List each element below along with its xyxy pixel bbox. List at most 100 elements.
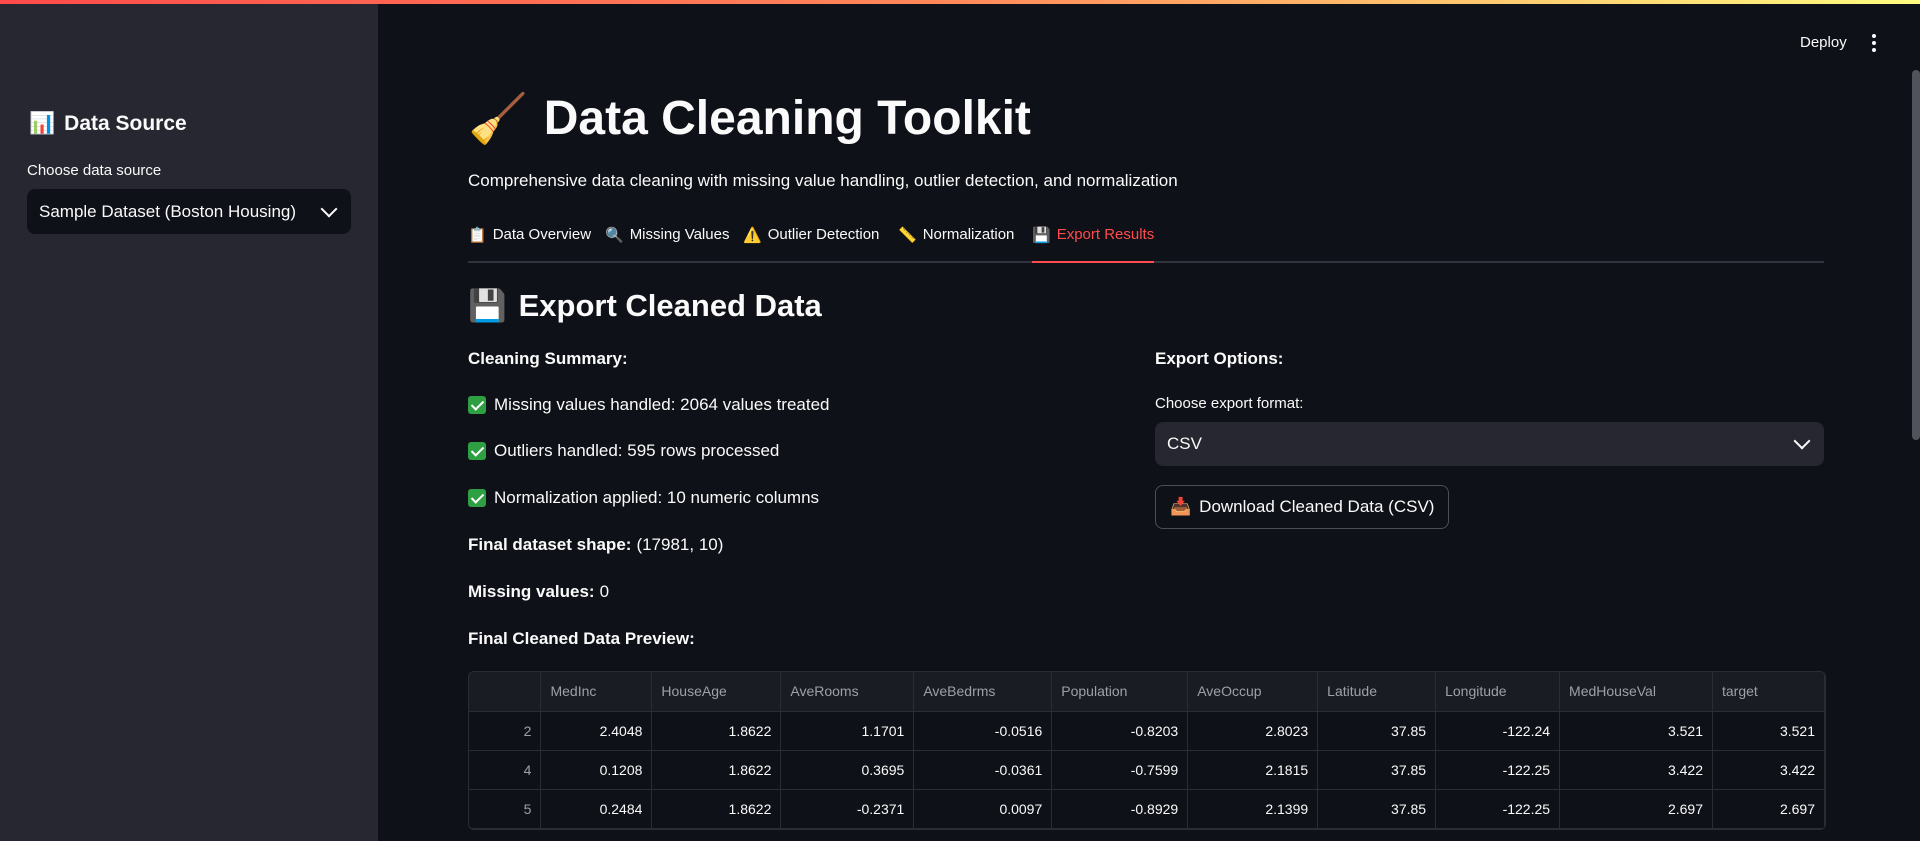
main-menu-icon[interactable] xyxy=(1872,34,1876,52)
tab-data-overview[interactable]: 📋 Data Overview xyxy=(468,226,591,261)
deploy-button[interactable]: Deploy xyxy=(1800,34,1847,51)
column-header[interactable]: Longitude xyxy=(1435,672,1561,712)
missing-values-label: Missing values: xyxy=(468,582,595,601)
table-cell[interactable]: -0.7599 xyxy=(1051,750,1189,790)
final-shape-value: (17981, 10) xyxy=(636,535,724,554)
table-cell[interactable]: 1.1701 xyxy=(780,711,915,751)
table-cell[interactable]: -0.2371 xyxy=(780,789,915,829)
final-shape-label: Final dataset shape: xyxy=(468,535,632,554)
table-cell[interactable]: 2.8023 xyxy=(1187,711,1319,751)
table-header-row: MedInc HouseAge AveRooms AveBedrms Popul… xyxy=(469,672,1825,712)
missing-values-value: 0 xyxy=(599,582,610,601)
table-cell[interactable]: 3.422 xyxy=(1712,750,1825,790)
table-cell[interactable]: 1.8622 xyxy=(651,789,782,829)
table-cell[interactable]: 2.1399 xyxy=(1187,789,1319,829)
export-options-heading: Export Options: xyxy=(1155,349,1284,368)
table-row: 5 0.2484 1.8622 -0.2371 0.0097 -0.8929 2… xyxy=(469,789,1825,829)
tab-outlier-detection[interactable]: ⚠️ Outlier Detection xyxy=(743,226,879,261)
table-cell[interactable]: 2.697 xyxy=(1712,789,1825,829)
table-cell[interactable]: 3.521 xyxy=(1559,711,1713,751)
column-header[interactable]: target xyxy=(1712,672,1825,712)
final-shape: Final dataset shape: (17981, 10) xyxy=(468,535,723,555)
table-cell[interactable]: 2.1815 xyxy=(1187,750,1319,790)
column-header[interactable]: Latitude xyxy=(1317,672,1437,712)
table-cell[interactable]: -0.8203 xyxy=(1051,711,1189,751)
data-source-value: Sample Dataset (Boston Housing) xyxy=(39,201,297,221)
tab-missing-values[interactable]: 🔍 Missing Values xyxy=(605,226,729,261)
ruler-icon: 📏 xyxy=(898,227,917,244)
table-cell[interactable]: -122.25 xyxy=(1435,789,1561,829)
table-cell[interactable]: 2.697 xyxy=(1559,789,1713,829)
download-button-label: Download Cleaned Data (CSV) xyxy=(1199,497,1435,516)
data-source-label: Choose data source xyxy=(27,162,162,179)
sidebar: 📊 Data Source Choose data source Sample … xyxy=(0,0,378,841)
summary-item-text: Normalization applied: 10 numeric column… xyxy=(494,488,820,507)
checkmark-icon xyxy=(468,489,486,507)
table-cell[interactable]: 37.85 xyxy=(1317,750,1437,790)
export-format-select[interactable]: CSV xyxy=(1155,422,1824,466)
missing-values-count: Missing values: 0 xyxy=(468,582,609,602)
cleaning-summary-heading: Cleaning Summary: xyxy=(468,349,628,368)
table-cell[interactable]: -122.24 xyxy=(1435,711,1561,751)
table-cell[interactable]: 37.85 xyxy=(1317,711,1437,751)
table-row: 4 0.1208 1.8622 0.3695 -0.0361 -0.7599 2… xyxy=(469,750,1825,790)
page-title: 🧹 Data Cleaning Toolkit xyxy=(468,90,1031,147)
download-icon: 📥 xyxy=(1170,497,1192,516)
floppy-disk-icon: 💾 xyxy=(468,288,507,323)
table-cell[interactable]: 3.521 xyxy=(1712,711,1825,751)
column-header[interactable]: AveOccup xyxy=(1187,672,1319,712)
top-decoration-bar xyxy=(0,0,1920,4)
sidebar-title: 📊 Data Source xyxy=(29,112,187,136)
table-cell[interactable]: 0.3695 xyxy=(780,750,915,790)
column-header[interactable]: MedHouseVal xyxy=(1559,672,1713,712)
table-cell[interactable]: 2.4048 xyxy=(540,711,653,751)
bar-chart-icon: 📊 xyxy=(29,112,56,135)
tab-label: Data Overview xyxy=(492,226,592,243)
chevron-down-icon xyxy=(1793,432,1811,450)
row-index: 2 xyxy=(469,711,542,751)
download-cleaned-data-button[interactable]: 📥 Download Cleaned Data (CSV) xyxy=(1155,485,1450,529)
tab-label: Export Results xyxy=(1056,226,1155,243)
tab-label: Outlier Detection xyxy=(767,226,880,243)
summary-item-text: Outliers handled: 595 rows processed xyxy=(494,441,780,460)
summary-item: Outliers handled: 595 rows processed xyxy=(468,441,779,461)
column-header[interactable]: HouseAge xyxy=(651,672,782,712)
page-title-text: Data Cleaning Toolkit xyxy=(543,92,1031,145)
tab-label: Missing Values xyxy=(629,226,730,243)
data-preview-table[interactable]: MedInc HouseAge AveRooms AveBedrms Popul… xyxy=(468,671,1826,830)
magnifier-icon: 🔍 xyxy=(605,227,624,244)
export-format-label: Choose export format: xyxy=(1155,395,1304,412)
tab-normalization[interactable]: 📏 Normalization xyxy=(898,226,1014,261)
table-cell[interactable]: 0.2484 xyxy=(540,789,653,829)
clipboard-icon: 📋 xyxy=(468,227,487,244)
section-title-text: Export Cleaned Data xyxy=(518,287,822,323)
table-cell[interactable]: 1.8622 xyxy=(651,750,782,790)
table-cell[interactable]: 37.85 xyxy=(1317,789,1437,829)
summary-item: Missing values handled: 2064 values trea… xyxy=(468,395,830,415)
table-cell[interactable]: 1.8622 xyxy=(651,711,782,751)
table-cell[interactable]: 0.0097 xyxy=(913,789,1053,829)
table-cell[interactable]: 0.1208 xyxy=(540,750,653,790)
checkmark-icon xyxy=(468,442,486,460)
broom-icon: 🧹 xyxy=(468,93,528,146)
table-cell[interactable]: -0.0361 xyxy=(913,750,1053,790)
data-source-select[interactable]: Sample Dataset (Boston Housing) xyxy=(27,189,351,234)
tab-label: Normalization xyxy=(922,226,1015,243)
warning-icon: ⚠️ xyxy=(743,227,762,244)
table-cell[interactable]: 3.422 xyxy=(1559,750,1713,790)
column-header[interactable] xyxy=(469,672,542,712)
table-cell[interactable]: -0.0516 xyxy=(913,711,1053,751)
table-cell[interactable]: -122.25 xyxy=(1435,750,1561,790)
tab-export-results[interactable]: 💾 Export Results xyxy=(1032,226,1155,263)
column-header[interactable]: AveRooms xyxy=(780,672,915,712)
checkmark-icon xyxy=(468,396,486,414)
column-header[interactable]: MedInc xyxy=(540,672,653,712)
scrollbar[interactable] xyxy=(1912,70,1920,440)
table-cell[interactable]: -0.8929 xyxy=(1051,789,1189,829)
summary-item: Normalization applied: 10 numeric column… xyxy=(468,488,819,508)
column-header[interactable]: AveBedrms xyxy=(913,672,1053,712)
row-index: 4 xyxy=(469,750,542,790)
column-header[interactable]: Population xyxy=(1051,672,1189,712)
section-title: 💾 Export Cleaned Data xyxy=(468,287,822,324)
export-format-value: CSV xyxy=(1167,434,1202,453)
